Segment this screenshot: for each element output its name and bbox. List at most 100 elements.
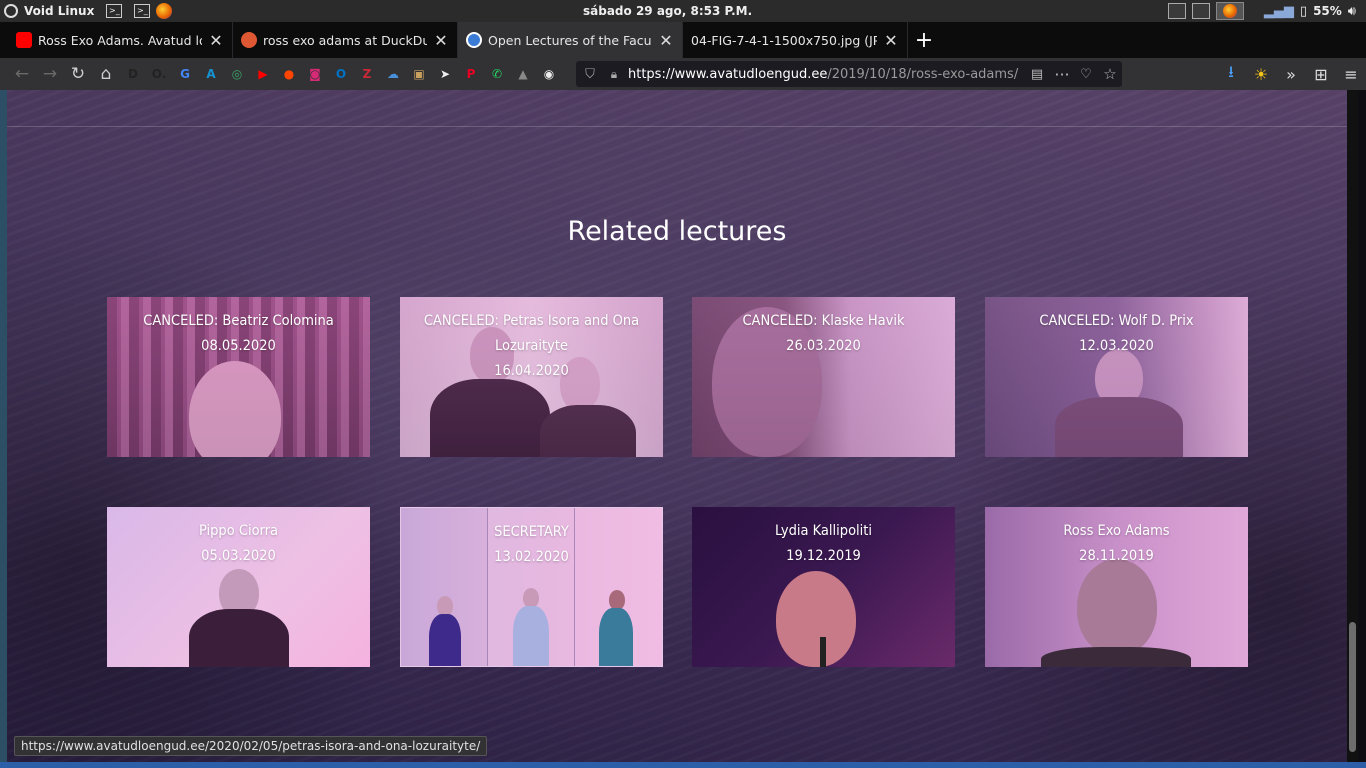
lecture-caption: Ross Exo Adams 28.11.2019 bbox=[995, 519, 1238, 569]
lecture-card[interactable]: CANCELED: Klaske Havik 26.03.2020 bbox=[692, 297, 955, 457]
lecture-title: SECRETARY bbox=[494, 524, 569, 540]
window-thumb-icon[interactable] bbox=[1167, 3, 1186, 19]
bookmark-whatsapp-icon[interactable]: ✆ bbox=[484, 61, 510, 87]
bookmark-google-icon[interactable]: G bbox=[172, 61, 198, 87]
bookmark-pinterest-icon[interactable]: P bbox=[458, 61, 484, 87]
extensions-icon[interactable]: ⊞ bbox=[1306, 65, 1336, 84]
lecture-title: Pippo Ciorra bbox=[198, 523, 279, 539]
bookmark-reddit-icon[interactable]: ● bbox=[276, 61, 302, 87]
lecture-card[interactable]: CANCELED: Petras Isora and Ona Lozuraity… bbox=[400, 297, 663, 457]
bottom-edge bbox=[0, 762, 1366, 768]
lecture-card[interactable]: SECRETARY 13.02.2020 bbox=[400, 507, 663, 667]
battery-icon[interactable]: ▯ bbox=[1300, 4, 1307, 19]
tab-duckduckgo[interactable]: ross exo adams at DuckDuckGo ✕ bbox=[233, 22, 458, 58]
url-host: https://www.avatudloengud.ee bbox=[628, 66, 828, 82]
lock-icon[interactable]: 🔒︎ bbox=[604, 67, 624, 82]
url-text[interactable]: https://www.avatudloengud.ee/2019/10/18/… bbox=[624, 67, 1024, 82]
bookmark-github-icon[interactable]: ◉ bbox=[536, 61, 562, 87]
void-logo-icon bbox=[4, 4, 18, 18]
reload-button[interactable]: ↻ bbox=[64, 61, 92, 87]
portrait-face bbox=[1077, 559, 1157, 655]
lecture-card[interactable]: CANCELED: Beatriz Colomina 08.05.2020 bbox=[107, 297, 370, 457]
lecture-caption: CANCELED: Beatriz Colomina 08.05.2020 bbox=[117, 309, 360, 359]
lecture-card[interactable]: Lydia Kallipoliti 19.12.2019 bbox=[692, 507, 955, 667]
scrollbar-thumb[interactable] bbox=[1349, 622, 1356, 752]
more-actions-icon[interactable]: ··· bbox=[1050, 65, 1074, 84]
portrait-face bbox=[609, 590, 625, 610]
lecture-title: CANCELED: Wolf D. Prix bbox=[1039, 313, 1194, 329]
arch-glyph: A bbox=[206, 66, 216, 81]
lecture-card[interactable]: CANCELED: Wolf D. Prix 12.03.2020 bbox=[985, 297, 1248, 457]
new-tab-button[interactable]: + bbox=[908, 22, 940, 58]
hat-glyph: ▲ bbox=[518, 66, 528, 81]
portrait-face bbox=[776, 571, 856, 667]
pocket-icon[interactable]: ♡ bbox=[1074, 67, 1098, 82]
status-link-preview: https://www.avatudloengud.ee/2020/02/05/… bbox=[14, 736, 488, 756]
url-path: /2019/10/18/ross-exo-adams/ bbox=[827, 66, 1019, 82]
lecture-caption: SECRETARY 13.02.2020 bbox=[411, 520, 652, 570]
bookmarks-toolbar: D O. G A ◎ ▶ ● ◙ O Z ☁ ▣ ➤ P ✆ ▲ ◉ bbox=[120, 61, 562, 87]
system-clock[interactable]: sábado 29 ago, 8:53 P.M. bbox=[583, 4, 752, 18]
firefox-window-icon[interactable] bbox=[1215, 2, 1244, 20]
bookmark-cloud-icon[interactable]: ☁ bbox=[380, 61, 406, 87]
sun-icon[interactable]: ☀ bbox=[1246, 65, 1276, 84]
overflow-chevron-icon[interactable]: » bbox=[1276, 65, 1306, 84]
terminal-icon[interactable]: >_ bbox=[106, 4, 123, 18]
close-icon[interactable]: ✕ bbox=[883, 31, 899, 50]
page-scrollbar[interactable] bbox=[1347, 90, 1358, 762]
lecture-date: 16.04.2020 bbox=[494, 363, 569, 379]
navigation-toolbar: ← → ↻ ⌂ D O. G A ◎ ▶ ● ◙ O Z ☁ ▣ ➤ P ✆ ▲ ◉ ⛉ 🔒︎ https://… bbox=[0, 58, 1366, 90]
signal-icon[interactable]: ▂▄▆ bbox=[1264, 4, 1294, 19]
bookmark-o-bookmark-icon[interactable]: O. bbox=[146, 61, 172, 87]
tab-youtube[interactable]: Ross Exo Adams. Avatud loengud ✕ bbox=[8, 22, 233, 58]
forward-button[interactable]: → bbox=[36, 61, 64, 87]
bookmark-instagram-icon[interactable]: ◙ bbox=[302, 61, 328, 87]
url-bar[interactable]: ⛉ 🔒︎ https://www.avatudloengud.ee/2019/1… bbox=[576, 61, 1122, 87]
bookmark-arrow-icon[interactable]: ➤ bbox=[432, 61, 458, 87]
back-button[interactable]: ← bbox=[8, 61, 36, 87]
bookmark-duckduckgo-icon[interactable]: D bbox=[120, 61, 146, 87]
pinterest-glyph: P bbox=[466, 66, 476, 81]
close-icon[interactable]: ✕ bbox=[658, 31, 674, 50]
volume-icon[interactable]: 🔊︎ bbox=[1348, 4, 1356, 19]
home-button[interactable]: ⌂ bbox=[92, 61, 120, 87]
zotero-glyph: Z bbox=[362, 66, 372, 81]
bookmark-green-circle-icon[interactable]: ◎ bbox=[224, 61, 250, 87]
lecture-caption: CANCELED: Wolf D. Prix 12.03.2020 bbox=[995, 309, 1238, 359]
terminal-icon[interactable]: >_ bbox=[134, 4, 151, 18]
microphone-icon bbox=[820, 637, 826, 667]
portrait-body bbox=[599, 608, 633, 666]
instagram-glyph: ◙ bbox=[309, 66, 321, 81]
bookmark-arch-icon[interactable]: A bbox=[198, 61, 224, 87]
window-thumb-icon[interactable] bbox=[1191, 3, 1210, 19]
tab-open-lectures[interactable]: Open Lectures of the Faculty of Architec… bbox=[458, 22, 683, 58]
tab-label: ross exo adams at DuckDuckGo bbox=[263, 32, 427, 48]
related-lectures-heading: Related lectures bbox=[567, 216, 787, 247]
bookmark-hat-icon[interactable]: ▲ bbox=[510, 61, 536, 87]
firefox-icon[interactable] bbox=[156, 3, 173, 19]
bookmark-star-icon[interactable]: ☆ bbox=[1098, 65, 1122, 83]
close-icon[interactable]: ✕ bbox=[208, 31, 224, 50]
portrait-body bbox=[189, 609, 289, 667]
bookmark-outlook-icon[interactable]: O bbox=[328, 61, 354, 87]
close-icon[interactable]: ✕ bbox=[433, 31, 449, 50]
page-viewport[interactable]: Related lectures CANCELED: Beatriz Colom… bbox=[7, 90, 1347, 762]
tab-label: 04-FIG-7-4-1-1500x750.jpg (JPEG Image) bbox=[691, 32, 877, 48]
system-title: Void Linux bbox=[24, 4, 95, 18]
youtube-icon bbox=[16, 32, 32, 48]
lecture-title: CANCELED: Petras Isora and Ona Lozuraity… bbox=[423, 313, 640, 354]
shield-icon[interactable]: ⛉ bbox=[576, 67, 604, 82]
divider bbox=[7, 126, 1347, 127]
tab-jpeg-image[interactable]: 04-FIG-7-4-1-1500x750.jpg (JPEG Image) ✕ bbox=[683, 22, 908, 58]
reader-view-icon[interactable]: ▤ bbox=[1024, 67, 1050, 82]
lecture-card[interactable]: Pippo Ciorra 05.03.2020 bbox=[107, 507, 370, 667]
lecture-caption: Lydia Kallipoliti 19.12.2019 bbox=[702, 519, 945, 569]
whatsapp-glyph: ✆ bbox=[491, 66, 503, 81]
lecture-card[interactable]: Ross Exo Adams 28.11.2019 bbox=[985, 507, 1248, 667]
bookmark-zotero-icon[interactable]: Z bbox=[354, 61, 380, 87]
battery-level: 55% bbox=[1313, 4, 1342, 18]
download-icon[interactable]: ⭳ bbox=[1216, 61, 1246, 88]
bookmark-box-icon[interactable]: ▣ bbox=[406, 61, 432, 87]
menu-icon[interactable]: ≡ bbox=[1336, 65, 1366, 84]
bookmark-youtube-icon[interactable]: ▶ bbox=[250, 61, 276, 87]
